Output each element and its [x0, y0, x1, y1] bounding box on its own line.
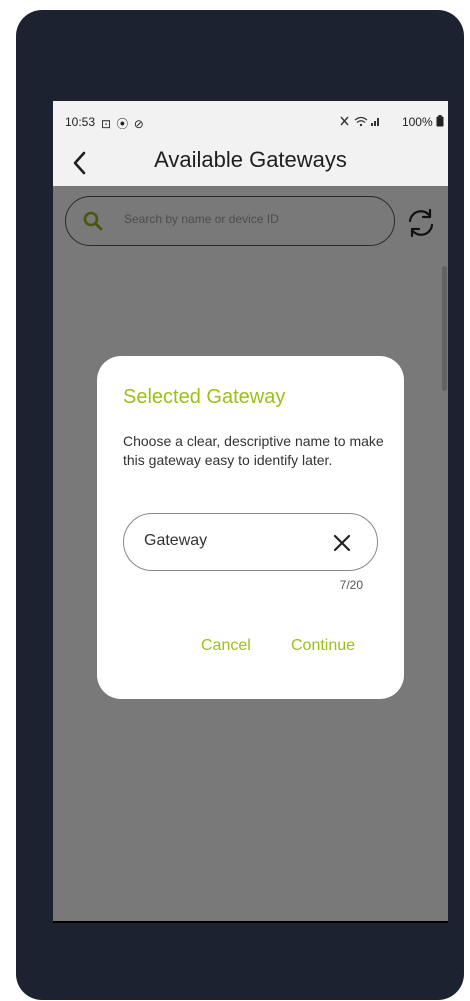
selected-gateway-dialog: Selected Gateway Choose a clear, descrip…	[97, 356, 404, 699]
status-time: 10:53	[65, 115, 96, 129]
status-notification-icons: ⊡ ⦿ ⊘	[101, 117, 145, 131]
close-icon[interactable]	[330, 531, 354, 555]
app-bar: Available Gateways	[53, 141, 448, 191]
status-bar: 10:53 ⊡ ⦿ ⊘ 100%	[53, 101, 448, 141]
character-counter: 7/20	[339, 578, 363, 592]
status-system-icons: 100%	[339, 115, 444, 129]
battery-icon	[436, 115, 444, 127]
gateway-name-input[interactable]	[144, 532, 314, 550]
continue-button[interactable]: Continue	[291, 637, 355, 655]
gateway-name-field[interactable]	[123, 513, 378, 571]
dialog-description: Choose a clear, descriptive name to make…	[123, 433, 384, 468]
bottom-divider	[53, 921, 448, 923]
signal-wifi-icon	[340, 116, 379, 127]
dialog-title: Selected Gateway	[123, 386, 286, 408]
page-title: Available Gateways	[154, 147, 347, 172]
cancel-button[interactable]: Cancel	[201, 637, 251, 655]
battery-percent: 100%	[401, 115, 433, 129]
